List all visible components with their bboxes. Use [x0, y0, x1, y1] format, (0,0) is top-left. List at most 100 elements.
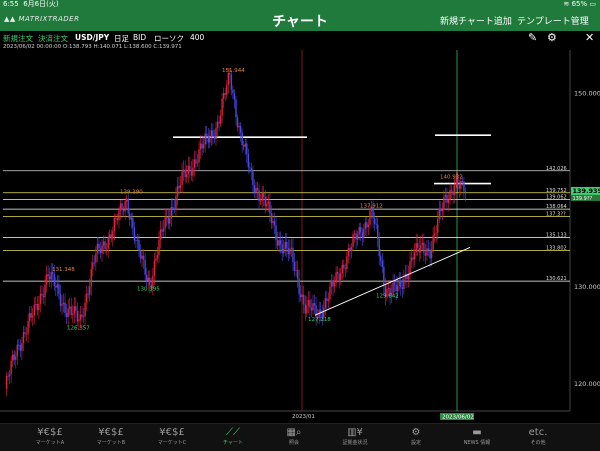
candle-body — [282, 244, 283, 253]
candle-body — [328, 300, 329, 301]
candle-body — [340, 273, 341, 280]
candle-body — [283, 249, 284, 253]
candle-body — [449, 190, 450, 200]
tab-settings[interactable]: ⚙設定 — [388, 426, 444, 446]
tab-chart[interactable]: ⟋⟋チャート — [205, 426, 261, 446]
candle-body — [369, 211, 370, 225]
candle-body — [37, 304, 38, 310]
candle-body — [164, 218, 165, 229]
candle-body — [71, 307, 72, 315]
candle-body — [278, 240, 279, 245]
candle-body — [394, 282, 395, 284]
candle-body — [414, 252, 415, 259]
candle-body — [132, 218, 133, 228]
candle-body — [174, 208, 175, 209]
candle-body — [6, 376, 7, 389]
candle-body — [240, 126, 241, 132]
candle-body — [20, 345, 21, 351]
candle-body — [366, 222, 367, 227]
candle-body — [465, 191, 466, 192]
current-price-label: 139.939 — [573, 187, 600, 195]
candle-body — [49, 276, 50, 279]
candle-body — [326, 298, 327, 301]
currency-pair-select[interactable]: USD/JPY — [75, 33, 109, 42]
wifi-icon: ≋ — [563, 0, 569, 8]
add-chart-button[interactable]: 新規チャート追加 — [440, 14, 512, 27]
candle-body — [200, 144, 201, 150]
candle-body — [186, 174, 187, 177]
candle-body — [7, 376, 8, 377]
period-select[interactable]: 日足 — [114, 33, 129, 44]
candle-body — [271, 213, 272, 223]
settle-order-button[interactable]: 決済注文 — [38, 33, 68, 44]
tab-other[interactable]: etc.その他 — [510, 426, 566, 446]
candle-body — [143, 256, 144, 260]
candle-body — [402, 287, 403, 289]
candle-body — [422, 243, 423, 245]
candle-body — [178, 186, 179, 188]
candle-body — [437, 219, 438, 233]
candle-body — [17, 345, 18, 357]
other-icon: etc. — [510, 426, 566, 439]
candle-body — [383, 267, 384, 286]
candle-body — [157, 255, 158, 258]
candle-body — [454, 185, 455, 195]
candle-body — [226, 85, 227, 95]
candle-body — [209, 137, 210, 142]
candle-body — [218, 122, 219, 124]
candle-body — [160, 229, 161, 239]
candle-body — [334, 283, 335, 287]
price-annotation: 129.642 — [376, 294, 399, 300]
tab-label: マーケットB — [83, 439, 139, 446]
candle-body — [27, 321, 28, 334]
tab-news[interactable]: ▬NEWS 情報 — [449, 426, 505, 446]
candle-body — [260, 201, 261, 202]
price-chart[interactable]: 150.000140.000130.000120.0002023/012023/… — [0, 50, 600, 423]
candle-body — [379, 239, 380, 256]
candle-body — [288, 248, 289, 254]
candle-body — [237, 117, 238, 127]
candle-body — [18, 345, 19, 346]
tab-margin-status[interactable]: ▥¥証拠金状況 — [327, 426, 383, 446]
candle-body — [348, 248, 349, 256]
candle-body — [375, 224, 376, 225]
candle-body — [138, 240, 139, 251]
gear-icon[interactable]: ⚙ — [547, 31, 557, 44]
candle-body — [268, 201, 269, 203]
tab-market-c[interactable]: ¥€$£マーケットC — [144, 426, 200, 446]
bar-count-select[interactable]: 400 — [190, 33, 204, 42]
candle-body — [103, 241, 104, 245]
candle-body — [203, 144, 204, 148]
close-icon[interactable]: ✕ — [585, 31, 594, 44]
chart-type-select[interactable]: ローソク — [154, 33, 184, 44]
price-side-select[interactable]: BID — [133, 33, 146, 42]
candle-body — [180, 185, 181, 188]
candle-body — [126, 199, 127, 201]
level-line-label: 142.026 — [546, 166, 567, 172]
candle-body — [432, 235, 433, 249]
tab-market-b[interactable]: ¥€$£マーケットB — [83, 426, 139, 446]
candle-body — [135, 240, 136, 241]
candle-body — [349, 248, 350, 251]
candle-body — [81, 315, 82, 317]
candle-body — [408, 275, 409, 279]
candle-body — [399, 281, 400, 286]
candle-body — [462, 181, 463, 182]
candle-body — [47, 274, 48, 276]
tab-inquiry[interactable]: ▦⌕照会 — [266, 426, 322, 446]
candle-body — [314, 303, 315, 305]
candle-body — [258, 190, 259, 201]
candle-body — [12, 355, 13, 361]
candle-body — [442, 209, 443, 211]
price-annotation: 137.912 — [360, 204, 383, 210]
candle-body — [94, 262, 95, 263]
candle-body — [183, 170, 184, 172]
candle-body — [388, 288, 389, 289]
tab-market-a[interactable]: ¥€$£マーケットA — [22, 426, 78, 446]
candle-body — [69, 307, 70, 309]
pencil-icon[interactable]: ✎ — [528, 31, 537, 44]
candle-body — [24, 332, 25, 334]
template-manage-button[interactable]: テンプレート管理 — [517, 14, 589, 27]
candle-body — [211, 130, 212, 137]
new-order-button[interactable]: 新規注文 — [3, 33, 33, 44]
